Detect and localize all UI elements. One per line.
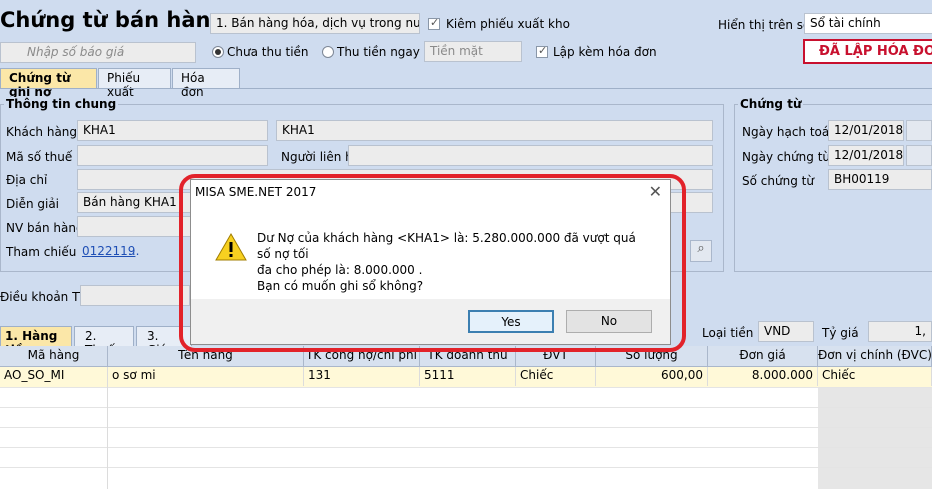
currency-select[interactable]: VND bbox=[758, 321, 814, 342]
rate-input[interactable]: 1, bbox=[868, 321, 932, 342]
voucher-title: Chứng từ bbox=[738, 97, 804, 111]
cell-unit-price[interactable]: 8.000.000 bbox=[708, 367, 818, 386]
col-unit-price[interactable]: Đơn giá bbox=[708, 346, 818, 367]
cell-unit[interactable]: Chiếc bbox=[516, 367, 596, 386]
row-divider bbox=[0, 447, 932, 448]
general-info-title: Thông tin chung bbox=[4, 97, 119, 111]
posting-date-label: Ngày hạch toán bbox=[742, 125, 837, 139]
rate-label: Tỷ giá bbox=[822, 326, 859, 340]
tab-debit-voucher[interactable]: Chứng từ ghi nợ bbox=[0, 68, 97, 99]
contact-input[interactable] bbox=[348, 145, 713, 166]
stock-checkbox[interactable] bbox=[428, 16, 440, 30]
voucher-no-label: Số chứng từ bbox=[742, 174, 814, 188]
row-divider bbox=[0, 407, 932, 408]
payment-terms-label: Điều khoản TT bbox=[0, 290, 87, 304]
unpaid-radio-label: Chưa thu tiền bbox=[227, 45, 309, 59]
sale-type-select[interactable]: 1. Bán hàng hóa, dịch vụ trong nước bbox=[210, 13, 420, 34]
cell-revenue-account[interactable]: 5111 bbox=[420, 367, 516, 386]
row-divider bbox=[0, 387, 932, 388]
yes-button[interactable]: Yes bbox=[468, 310, 554, 333]
disabled-column-area bbox=[818, 387, 932, 489]
no-button[interactable]: No bbox=[566, 310, 652, 333]
show-on-label: Hiển thị trên sổ bbox=[718, 18, 811, 32]
paid-radio[interactable] bbox=[322, 46, 334, 58]
tax-code-input[interactable] bbox=[77, 145, 268, 166]
unpaid-radio[interactable] bbox=[212, 46, 224, 58]
search-icon[interactable]: ⌕ bbox=[690, 240, 712, 262]
cell-main-unit[interactable]: Chiếc bbox=[818, 367, 932, 386]
tab-tax[interactable]: 2. Thuế bbox=[74, 326, 134, 357]
tab-divider bbox=[0, 88, 932, 89]
sales-staff-label: NV bán hàng bbox=[6, 221, 84, 235]
currency-label: Loại tiền bbox=[702, 326, 754, 340]
payment-method-select[interactable]: Tiền mặt bbox=[424, 41, 522, 62]
dialog-message-line2: đa cho phép là: 8.000.000 . bbox=[257, 263, 423, 277]
col-main-unit[interactable]: Đơn vị chính (ĐVC) bbox=[818, 346, 932, 367]
stock-checkbox-label: Kiêm phiếu xuất kho bbox=[446, 17, 570, 31]
cell-ar-account[interactable]: 131 bbox=[304, 367, 420, 386]
address-label: Địa chỉ bbox=[6, 173, 48, 187]
customer-name-input[interactable]: KHA1 bbox=[276, 120, 713, 141]
customer-code-input[interactable]: KHA1 bbox=[77, 120, 268, 141]
voucher-date-calendar-icon[interactable] bbox=[906, 145, 932, 166]
reference-label: Tham chiếu bbox=[6, 245, 77, 259]
dialog-footer: Yes No bbox=[191, 299, 670, 344]
description-label: Diễn giải bbox=[6, 197, 60, 211]
dialog-title: MISA SME.NET 2017 bbox=[195, 185, 317, 199]
col-item-code[interactable]: Mã hàng bbox=[0, 346, 108, 367]
voucher-date-input[interactable]: 12/01/2018 bbox=[828, 145, 904, 166]
close-icon[interactable]: ✕ bbox=[649, 182, 662, 201]
tax-code-label: Mã số thuế bbox=[6, 150, 73, 164]
invoice-checkbox[interactable] bbox=[536, 44, 548, 58]
row-divider bbox=[0, 427, 932, 428]
voucher-no-input[interactable]: BH00119 bbox=[828, 169, 932, 190]
ledger-select[interactable]: Sổ tài chính bbox=[804, 13, 932, 34]
reference-more-link[interactable]: ... bbox=[128, 244, 139, 258]
payment-terms-input[interactable] bbox=[80, 285, 190, 306]
warning-dialog: MISA SME.NET 2017 ✕ Dư Nợ của khách hàng… bbox=[190, 179, 671, 345]
posting-date-calendar-icon[interactable] bbox=[906, 120, 932, 141]
dialog-message-line3: Bạn có muốn ghi sổ không? bbox=[257, 279, 424, 293]
quote-input[interactable]: Nhập số báo giá bbox=[0, 42, 196, 63]
status-badge: ĐÃ LẬP HÓA ĐƠN bbox=[803, 39, 932, 64]
cell-quantity[interactable]: 600,00 bbox=[596, 367, 708, 386]
customer-label: Khách hàng bbox=[6, 125, 78, 139]
invoice-checkbox-label: Lập kèm hóa đơn bbox=[553, 45, 657, 59]
tab-stock-issue[interactable]: Phiếu xuất bbox=[98, 68, 171, 99]
cell-item-code[interactable]: AO_SO_MI bbox=[0, 367, 108, 386]
warning-icon bbox=[215, 232, 247, 261]
dialog-message-line1: Dư Nợ của khách hàng <KHA1> là: 5.280.00… bbox=[257, 231, 636, 261]
tab-invoice[interactable]: Hóa đơn bbox=[172, 68, 240, 99]
voucher-date-label: Ngày chứng từ bbox=[742, 150, 831, 164]
posting-date-input[interactable]: 12/01/2018 bbox=[828, 120, 904, 141]
row-divider bbox=[0, 467, 932, 468]
tab-goods-money[interactable]: 1. Hàng tiền bbox=[0, 326, 72, 357]
col-divider bbox=[107, 367, 108, 489]
page-title: Chứng từ bán hàng bbox=[0, 8, 226, 32]
paid-radio-label: Thu tiền ngay bbox=[337, 45, 420, 59]
dialog-message: Dư Nợ của khách hàng <KHA1> là: 5.280.00… bbox=[257, 230, 647, 294]
cell-item-name[interactable]: o sơ mi bbox=[108, 367, 304, 386]
